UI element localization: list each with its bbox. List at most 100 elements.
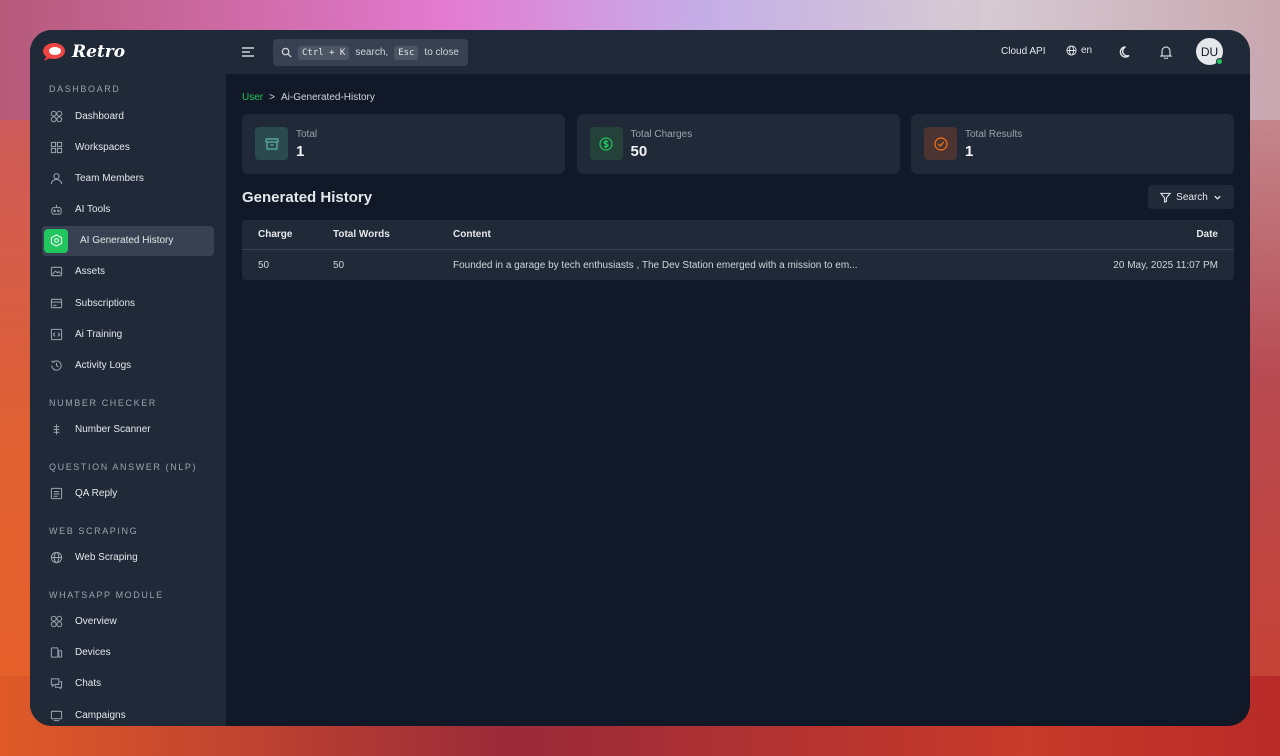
search-filter-button[interactable]: Search (1148, 185, 1234, 209)
sidebar-item-label: Web Scraping (75, 552, 138, 563)
sidebar-item-activity-logs[interactable]: Activity Logs (42, 351, 214, 381)
stat-value: 1 (965, 143, 974, 160)
column-header-total-words[interactable]: Total Words (333, 229, 453, 240)
sidebar-item-team-members[interactable]: Team Members (42, 163, 214, 193)
ai-chip-icon (44, 228, 68, 253)
page-title: Generated History (242, 189, 373, 206)
sidebar-item-label: QA Reply (75, 488, 118, 499)
cell-content: Founded in a garage by tech enthusiasts … (453, 259, 858, 271)
sidebar-item-label: Workspaces (75, 141, 130, 153)
bell-icon[interactable] (1159, 45, 1173, 59)
column-header-charge[interactable]: Charge (242, 229, 333, 240)
stat-label: Total (296, 129, 318, 140)
cell-charge: 50 (258, 259, 270, 271)
table-row[interactable]: 50 50 Founded in a garage by tech enthus… (242, 250, 1234, 280)
search-hint-text: search, (355, 47, 389, 58)
sidebar-item-label: Dashboard (75, 110, 124, 122)
sidebar-item-label: Overview (75, 616, 117, 627)
dark-mode-icon[interactable] (1119, 45, 1133, 59)
nav-section-title: NUMBER CHECKER (49, 397, 157, 408)
scanner-icon (49, 423, 63, 437)
nav-section-title: WEB SCRAPING (49, 525, 139, 536)
breadcrumb-separator: > (269, 92, 275, 103)
archive-icon (255, 127, 288, 160)
grid-circles-icon (49, 109, 63, 123)
breadcrumb-user-link[interactable]: User (242, 92, 263, 103)
sidebar-item-qa-reply[interactable]: QA Reply (42, 479, 214, 509)
global-search[interactable]: Ctrl + K search, Esc to close (273, 39, 468, 66)
sidebar-item-label: Assets (75, 266, 106, 278)
sidebar-item-label: Devices (75, 647, 111, 659)
stat-value: 1 (296, 143, 305, 160)
sidebar-nav: DASHBOARD Dashboard Workspaces Team Memb… (42, 82, 214, 726)
table-header: Charge Total Words Content Date (242, 220, 1234, 250)
nav-section-title: QUESTION ANSWER (NLP) (49, 461, 198, 472)
search-icon (281, 47, 292, 58)
image-icon (49, 265, 63, 279)
shortcut-esc: Esc (394, 45, 419, 60)
column-header-content[interactable]: Content (453, 229, 1064, 240)
sidebar-item-campaigns[interactable]: Campaigns (42, 700, 214, 726)
stat-card-total-charges: Total Charges 50 (576, 114, 900, 174)
sidebar-item-label: Activity Logs (75, 360, 132, 371)
language-label: en (1081, 45, 1093, 56)
stat-label: Total Charges (630, 129, 693, 140)
sidebar-item-label: AI Generated History (80, 235, 174, 247)
sidebar-item-ai-generated-history[interactable]: AI Generated History (42, 225, 214, 256)
sidebar-item-devices[interactable]: Devices (42, 638, 214, 668)
online-status-dot (1216, 58, 1223, 65)
logo-text: Retro (72, 42, 126, 62)
sidebar-item-label: Team Members (75, 172, 144, 184)
dollar-icon (589, 127, 623, 160)
sidebar-item-chats[interactable]: Chats (42, 669, 214, 699)
sidebar-item-label: Campaigns (75, 709, 126, 721)
sidebar-item-label: AI Tools (75, 204, 111, 216)
check-circle-icon (924, 127, 957, 160)
sidebar-item-subscriptions[interactable]: Subscriptions (42, 288, 214, 318)
column-header-date[interactable]: Date (1064, 229, 1234, 240)
language-selector[interactable]: en (1066, 45, 1092, 56)
devices-icon (49, 646, 63, 660)
chevron-down-icon (1214, 195, 1221, 200)
sidebar-item-workspaces[interactable]: Workspaces (42, 132, 214, 162)
stat-card-total-results: Total Results 1 (911, 114, 1234, 174)
history-table: Charge Total Words Content Date 50 50 Fo… (242, 220, 1234, 280)
breadcrumb-current: Ai-Generated-History (280, 92, 375, 103)
breadcrumb: User > Ai-Generated-History (242, 92, 375, 103)
search-button-label: Search (1176, 191, 1208, 203)
sidebar-item-web-scraping[interactable]: Web Scraping (42, 543, 214, 573)
stat-value: 50 (630, 143, 648, 160)
app-window: Retro DASHBOARD Dashboard Workspaces Tea… (30, 30, 1250, 726)
sidebar-item-assets[interactable]: Assets (42, 257, 214, 287)
cloud-api-link[interactable]: Cloud API (1001, 46, 1045, 57)
stat-card-total: Total 1 (242, 114, 565, 174)
sidebar-item-ai-tools[interactable]: AI Tools (42, 195, 214, 225)
sidebar-item-overview[interactable]: Overview (42, 607, 214, 637)
sidebar-item-label: Subscriptions (75, 297, 136, 309)
sidebar-item-label: Ai Training (75, 328, 123, 340)
shortcut-ctrl-k: Ctrl + K (298, 45, 350, 60)
menu-icon[interactable] (240, 44, 256, 60)
logo[interactable]: Retro (42, 30, 214, 74)
user-icon (49, 171, 63, 185)
campaign-icon (49, 708, 63, 722)
sidebar-item-ai-training[interactable]: Ai Training (42, 319, 214, 349)
main-area: Ctrl + K search, Esc to close Cloud API … (226, 30, 1250, 726)
avatar[interactable]: DU (1196, 38, 1223, 65)
content: User > Ai-Generated-History Total 1 Tota… (226, 74, 1250, 726)
globe-icon (49, 551, 63, 565)
history-icon (49, 359, 63, 373)
sidebar-item-number-scanner[interactable]: Number Scanner (42, 415, 214, 445)
search-close-text: to close (424, 47, 459, 58)
card-icon (49, 296, 63, 310)
nav-section-title: WHATSAPP MODULE (49, 589, 164, 600)
cell-total-words: 50 (333, 259, 345, 271)
cell-date: 20 May, 2025 11:07 PM (1113, 259, 1218, 271)
sidebar-item-dashboard[interactable]: Dashboard (42, 101, 214, 131)
chat-icon (49, 677, 63, 691)
sidebar-item-label: Number Scanner (75, 424, 151, 435)
globe-icon (1066, 45, 1077, 56)
grid-circles-icon (49, 615, 63, 629)
topbar: Ctrl + K search, Esc to close Cloud API … (226, 30, 1250, 74)
avatar-initials: DU (1200, 44, 1219, 59)
